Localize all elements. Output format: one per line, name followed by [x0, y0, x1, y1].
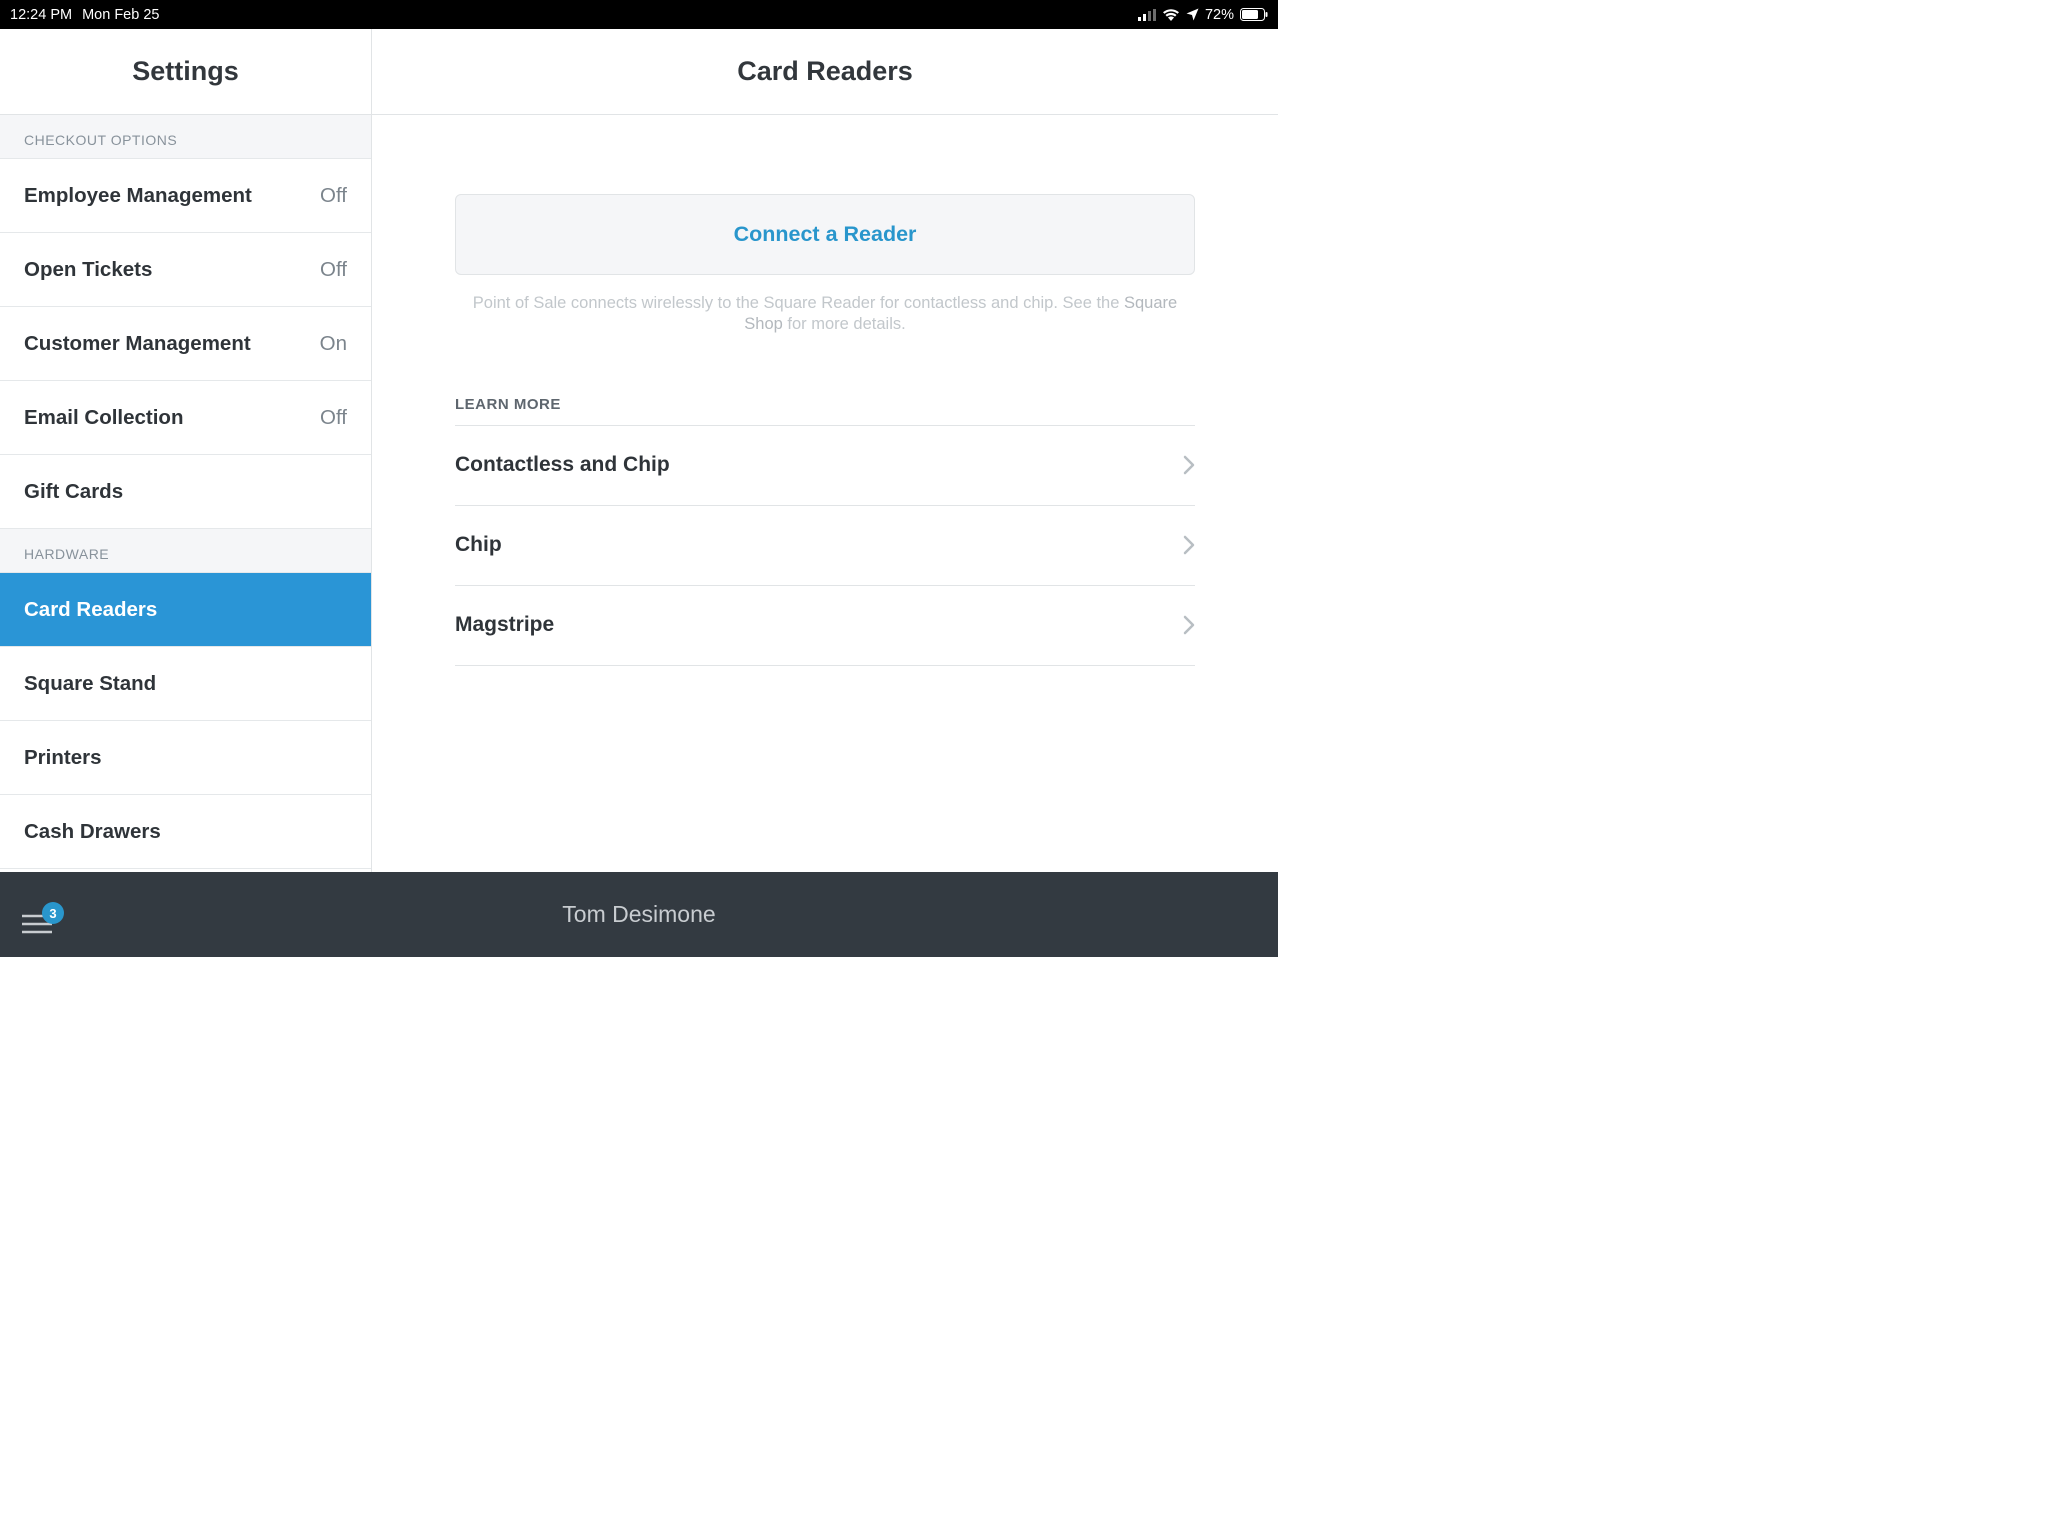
- learn-more-item[interactable]: Contactless and Chip: [455, 426, 1195, 506]
- sidebar-item-label: Printers: [24, 746, 101, 770]
- connect-help-text: Point of Sale connects wirelessly to the…: [465, 293, 1185, 336]
- wifi-icon: [1162, 8, 1180, 21]
- statusbar-date: Mon Feb 25: [82, 7, 159, 23]
- sidebar-item-label: Employee Management: [24, 184, 252, 208]
- connect-reader-button[interactable]: Connect a Reader: [455, 194, 1195, 275]
- sidebar-item[interactable]: Employee Management Off: [0, 159, 371, 233]
- sidebar-item[interactable]: Gift Cards: [0, 455, 371, 529]
- chevron-right-icon: [1183, 455, 1195, 475]
- statusbar-time: 12:24 PM: [10, 7, 72, 23]
- detail-title: Card Readers: [737, 56, 913, 87]
- cell-signal-icon: [1138, 9, 1156, 21]
- section-header: CHECKOUT OPTIONS: [0, 115, 371, 159]
- sidebar-item-value: Off: [320, 406, 347, 430]
- menu-badge: 3: [42, 902, 64, 924]
- sidebar-item-label: Open Tickets: [24, 258, 152, 282]
- learn-more-label: Contactless and Chip: [455, 453, 670, 477]
- sidebar-item-label: Card Readers: [24, 598, 157, 622]
- sidebar-item-value: On: [320, 332, 347, 356]
- bottom-bar: 3 Tom Desimone: [0, 872, 1278, 957]
- sidebar-title: Settings: [132, 56, 239, 87]
- learn-more-header: LEARN MORE: [455, 396, 1195, 426]
- status-bar: 12:24 PM Mon Feb 25 72%: [0, 0, 1278, 29]
- learn-more-item[interactable]: Magstripe: [455, 586, 1195, 666]
- menu-button[interactable]: 3: [22, 914, 52, 939]
- connect-reader-label: Connect a Reader: [734, 222, 917, 247]
- learn-more-label: Chip: [455, 533, 502, 557]
- battery-icon: [1240, 8, 1268, 21]
- learn-more-item[interactable]: Chip: [455, 506, 1195, 586]
- sidebar-item-label: Gift Cards: [24, 480, 123, 504]
- sidebar-item[interactable]: Card Readers: [0, 573, 371, 647]
- chevron-right-icon: [1183, 615, 1195, 635]
- sidebar-header: Settings: [0, 29, 371, 115]
- sidebar-item-label: Cash Drawers: [24, 820, 161, 844]
- sidebar-item[interactable]: Printers: [0, 721, 371, 795]
- statusbar-battery-pct: 72%: [1205, 7, 1234, 23]
- sidebar-item[interactable]: Open Tickets Off: [0, 233, 371, 307]
- sidebar-item[interactable]: Customer Management On: [0, 307, 371, 381]
- settings-sidebar: Settings CHECKOUT OPTIONSEmployee Manage…: [0, 29, 372, 872]
- chevron-right-icon: [1183, 535, 1195, 555]
- location-icon: [1186, 8, 1199, 21]
- sidebar-item[interactable]: Cash Drawers: [0, 795, 371, 869]
- sidebar-item-label: Email Collection: [24, 406, 183, 430]
- sidebar-item-label: Customer Management: [24, 332, 251, 356]
- sidebar-item[interactable]: Square Stand: [0, 647, 371, 721]
- learn-more-label: Magstripe: [455, 613, 554, 637]
- sidebar-item-value: Off: [320, 184, 347, 208]
- account-name[interactable]: Tom Desimone: [562, 901, 715, 928]
- sidebar-item-value: Off: [320, 258, 347, 282]
- sidebar-item[interactable]: Email Collection Off: [0, 381, 371, 455]
- sidebar-item-label: Square Stand: [24, 672, 156, 696]
- detail-pane: Card Readers Connect a Reader Point of S…: [372, 29, 1278, 872]
- section-header: HARDWARE: [0, 529, 371, 573]
